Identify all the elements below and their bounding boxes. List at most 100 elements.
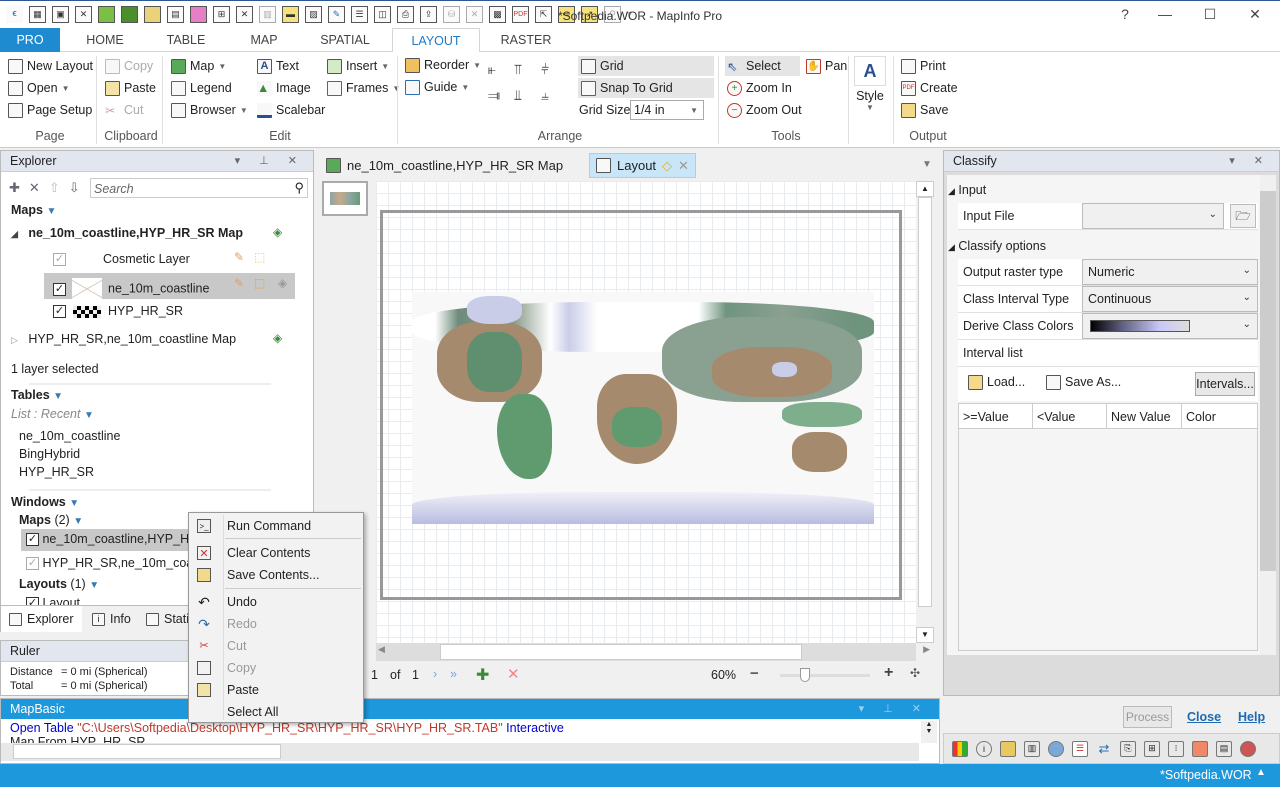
doc-tab-map[interactable]: ne_10m_coastline,HYP_HR_SR Map✕ bbox=[320, 153, 604, 178]
add-page-icon[interactable]: ✚ bbox=[476, 665, 489, 685]
tab-layout[interactable]: LAYOUT bbox=[392, 28, 480, 53]
window-checkbox[interactable]: ✓ bbox=[26, 557, 39, 571]
layout-canvas[interactable] bbox=[376, 181, 916, 643]
navigator-icon[interactable] bbox=[1048, 740, 1064, 757]
move-up-icon[interactable]: ⇧ bbox=[49, 180, 60, 196]
swap-icon[interactable]: ⇄ bbox=[1096, 741, 1112, 757]
last-page-icon[interactable]: » bbox=[450, 667, 457, 681]
zoom-slider[interactable] bbox=[780, 668, 870, 682]
map-layer-control-icon[interactable]: ◈ bbox=[273, 225, 282, 239]
copy-button[interactable]: Copy bbox=[105, 56, 153, 76]
zoom-in-icon[interactable]: + bbox=[884, 664, 893, 682]
cut-button[interactable]: ✂ Cut bbox=[105, 100, 143, 120]
align-middle-button[interactable]: ⫨ bbox=[541, 85, 549, 105]
frames-button[interactable]: Frames▼ bbox=[327, 78, 400, 98]
layer-item-cosmetic[interactable]: ✓ Cosmetic Layer bbox=[53, 252, 190, 267]
help-link[interactable]: Help bbox=[1238, 710, 1265, 724]
maximize-icon[interactable]: ☐ bbox=[1190, 6, 1230, 23]
edit-pencil-icon[interactable]: ✎ bbox=[234, 276, 244, 290]
scroll-thumb[interactable] bbox=[13, 744, 281, 759]
save-button[interactable]: Save bbox=[901, 100, 949, 120]
input-file-select[interactable]: ⌄ bbox=[1082, 203, 1224, 229]
tab-pro[interactable]: PRO bbox=[0, 28, 60, 52]
menu-item-save-contents[interactable]: Save Contents... bbox=[189, 564, 363, 586]
zoom-slider-thumb[interactable] bbox=[800, 668, 810, 682]
menu-item-paste[interactable]: Paste bbox=[189, 679, 363, 701]
edit-pencil-icon[interactable]: ✎ bbox=[234, 250, 244, 264]
scroll-up-icon[interactable]: ▲ bbox=[916, 181, 934, 197]
layer-item-hyp[interactable]: ✓ HYP_HR_SR bbox=[53, 304, 183, 319]
output-raster-type-select[interactable]: Numeric ⌄ bbox=[1082, 259, 1258, 285]
mapbasic-hscrollbar[interactable] bbox=[1, 743, 919, 761]
column-header[interactable]: >=Value bbox=[959, 404, 1033, 428]
color-icon[interactable] bbox=[1240, 740, 1256, 757]
new-layout-button[interactable]: New Layout bbox=[8, 56, 93, 76]
zoom-to-fit-icon[interactable]: ✣ bbox=[910, 666, 920, 680]
table-item[interactable]: HYP_HR_SR bbox=[19, 465, 94, 479]
workspace-status[interactable]: *Softpedia.WOR bbox=[1160, 768, 1252, 782]
menu-item-clear-contents[interactable]: ✕ Clear Contents bbox=[189, 542, 363, 564]
menu-item-select-all[interactable]: Select All bbox=[189, 701, 363, 723]
expand-status-icon[interactable]: ▲ bbox=[1256, 767, 1266, 778]
delete-page-icon[interactable]: ✕ bbox=[507, 665, 520, 683]
legend-button[interactable]: Legend bbox=[171, 78, 232, 98]
classify-options-section-header[interactable]: ◢ Classify options bbox=[948, 239, 1046, 253]
window-checkbox[interactable]: ✓ bbox=[26, 533, 39, 547]
scroll-thumb[interactable] bbox=[1260, 191, 1276, 571]
grid-toggle[interactable]: Grid bbox=[578, 56, 714, 76]
color-ramp-select[interactable]: ⌄ bbox=[1082, 313, 1258, 339]
minimize-icon[interactable]: — bbox=[1145, 6, 1185, 22]
text-button[interactable]: A Text bbox=[257, 56, 299, 76]
zoom-out-tool[interactable]: − Zoom Out bbox=[727, 100, 802, 120]
select-tool[interactable]: ⇖ Select bbox=[725, 56, 800, 76]
process-button[interactable]: Process bbox=[1123, 706, 1172, 728]
window-checkbox[interactable]: ✓ bbox=[26, 597, 39, 605]
map-button[interactable]: Map ▼ bbox=[171, 56, 226, 76]
layer-autolabel-icon[interactable]: ◈ bbox=[278, 276, 287, 290]
menu-item-run-command[interactable]: >_ Run Command bbox=[189, 515, 363, 537]
tab-explorer[interactable]: Explorer bbox=[1, 606, 82, 632]
pan-tool[interactable]: ✋ Pan bbox=[806, 56, 847, 76]
color-ramp-icon[interactable] bbox=[952, 740, 968, 757]
add-icon[interactable]: ✚ bbox=[9, 180, 20, 196]
map-tree-item[interactable]: ▷ HYP_HR_SR,ne_10m_coastline Map bbox=[11, 332, 236, 346]
selectable-icon[interactable]: ⬚ bbox=[254, 250, 265, 264]
paste-button[interactable]: Paste bbox=[105, 78, 156, 98]
save-as-button[interactable]: Save As... bbox=[1046, 375, 1121, 390]
create-pdf-button[interactable]: PDF Create bbox=[901, 78, 958, 98]
window-item[interactable]: ✓ Layout bbox=[26, 596, 80, 605]
info-icon[interactable]: i bbox=[976, 740, 992, 757]
search-input[interactable]: Search ⚲ bbox=[90, 178, 308, 198]
tab-info[interactable]: i Info bbox=[84, 606, 139, 632]
classify-scrollbar[interactable] bbox=[1260, 175, 1276, 655]
snap-to-grid-toggle[interactable]: Snap To Grid bbox=[578, 78, 714, 98]
grid-size-select[interactable]: 1/4 in ▼ bbox=[630, 100, 704, 120]
legend-tool-icon[interactable]: ⁝ bbox=[1168, 740, 1184, 757]
scroll-left-icon[interactable]: ◀ bbox=[378, 644, 385, 655]
table-item[interactable]: ne_10m_coastline bbox=[19, 429, 120, 443]
scroll-thumb[interactable] bbox=[440, 644, 802, 660]
tab-spatial[interactable]: SPATIAL bbox=[312, 28, 378, 52]
tab-list-dropdown-icon[interactable]: ▼ bbox=[922, 159, 932, 170]
tab-table[interactable]: TABLE bbox=[158, 28, 214, 52]
selectable-icon[interactable]: ⬚ bbox=[254, 276, 265, 290]
menu-item-redo[interactable]: ↷ Redo bbox=[189, 613, 363, 635]
input-section-header[interactable]: ◢ Input bbox=[948, 183, 986, 197]
open-button[interactable]: Open ▼ bbox=[8, 78, 70, 98]
windows-section-header[interactable]: Windows ▼ bbox=[11, 495, 79, 509]
mapbasic-vscrollbar[interactable]: ▲ ▼ bbox=[921, 721, 937, 743]
close-icon[interactable]: ✕ bbox=[1235, 6, 1275, 23]
browser-button[interactable]: Browser ▼ bbox=[171, 100, 248, 120]
menu-item-undo[interactable]: ↶ Undo bbox=[189, 591, 363, 613]
align-top-button[interactable]: ⫪ bbox=[514, 59, 522, 79]
guide-button[interactable]: Guide ▼ bbox=[405, 77, 469, 97]
statistics-icon[interactable]: ▥ bbox=[1024, 740, 1040, 757]
intervals-button[interactable]: Intervals... bbox=[1195, 372, 1255, 396]
search-icon[interactable]: ⚲ bbox=[294, 180, 304, 196]
scroll-thumb[interactable] bbox=[918, 197, 932, 607]
help-icon[interactable]: ? bbox=[1105, 6, 1145, 22]
align-right-button[interactable]: ⫥ bbox=[488, 85, 500, 105]
align-bottom-button[interactable]: ⫫ bbox=[514, 85, 522, 105]
insert-button[interactable]: Insert ▼ bbox=[327, 56, 389, 76]
menu-item-cut[interactable]: ✂ Cut bbox=[189, 635, 363, 657]
